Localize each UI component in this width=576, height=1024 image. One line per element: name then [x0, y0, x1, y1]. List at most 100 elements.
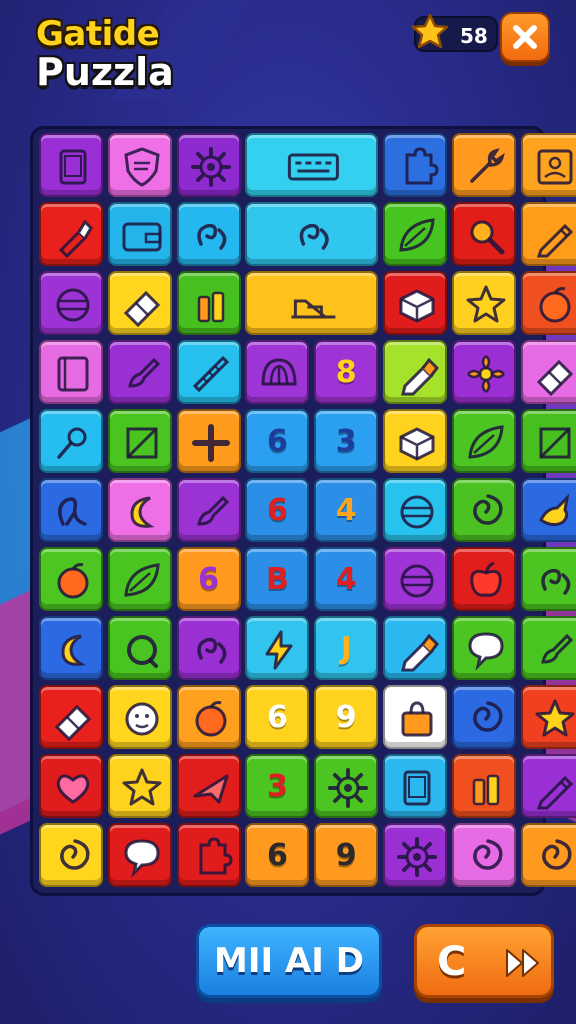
heart-icon [56, 774, 90, 804]
puzzle-tile[interactable] [245, 202, 379, 266]
puzzle-tile[interactable] [176, 133, 241, 197]
puzzle-tile[interactable] [383, 754, 447, 818]
puzzle-tile[interactable] [383, 823, 447, 887]
puzzle-tile[interactable] [176, 754, 241, 818]
ring-icon [126, 635, 158, 668]
puzzle-tile[interactable] [176, 202, 241, 266]
puzzle-tile[interactable] [383, 409, 447, 473]
puzzle-tile[interactable] [451, 340, 516, 404]
puzzle-tile[interactable] [107, 202, 172, 266]
puzzle-tile[interactable]: 4 [314, 478, 379, 542]
puzzle-tile[interactable] [39, 133, 103, 197]
close-button[interactable] [500, 12, 550, 62]
puzzle-tile[interactable]: 4 [314, 547, 379, 611]
puzzle-tile[interactable] [176, 616, 241, 680]
puzzle-tile[interactable] [383, 202, 447, 266]
puzzle-tile[interactable] [107, 478, 172, 542]
tile-character: 9 [335, 837, 357, 873]
puzzle-tile[interactable] [451, 685, 516, 749]
puzzle-tile[interactable]: 6 [245, 409, 310, 473]
main-action-button[interactable]: MII AI D [196, 924, 382, 998]
puzzle-tile[interactable] [176, 340, 241, 404]
puzzle-tile[interactable] [176, 409, 241, 473]
puzzle-tile[interactable] [39, 685, 103, 749]
puzzle-tile[interactable] [383, 340, 447, 404]
puzzle-tile[interactable] [107, 271, 172, 335]
puzzle-tile[interactable] [39, 409, 103, 473]
swirl-icon [300, 223, 330, 250]
puzzle-tile[interactable] [383, 478, 447, 542]
puzzle-tile[interactable] [39, 823, 103, 887]
puzzle-tile[interactable] [176, 271, 241, 335]
puzzle-tile[interactable] [451, 754, 516, 818]
puzzle-tile[interactable] [314, 754, 379, 818]
puzzle-tile[interactable] [383, 547, 447, 611]
puzzle-tile[interactable] [245, 616, 310, 680]
puzzle-tile[interactable] [520, 271, 576, 335]
puzzle-tile[interactable] [520, 823, 576, 887]
puzzle-tile[interactable] [107, 547, 172, 611]
bolt-icon [265, 630, 293, 670]
puzzle-tile[interactable]: 9 [314, 685, 379, 749]
puzzle-tile[interactable] [39, 202, 103, 266]
puzzle-tile[interactable] [107, 754, 172, 818]
marker-icon [401, 357, 439, 396]
puzzle-tile[interactable] [451, 478, 516, 542]
puzzle-tile[interactable] [176, 478, 241, 542]
puzzle-tile[interactable] [107, 685, 172, 749]
puzzle-tile[interactable] [520, 409, 576, 473]
puzzle-tile[interactable] [451, 547, 516, 611]
puzzle-tile[interactable] [107, 616, 172, 680]
puzzle-tile[interactable] [520, 202, 576, 266]
puzzle-tile[interactable] [451, 616, 516, 680]
puzzle-tile[interactable] [520, 547, 576, 611]
puzzle-tile[interactable]: 6 [245, 685, 310, 749]
puzzle-tile[interactable] [520, 616, 576, 680]
puzzle-tile[interactable] [39, 754, 103, 818]
puzzle-tile[interactable] [383, 133, 447, 197]
puzzle-tile[interactable] [451, 133, 516, 197]
puzzle-tile[interactable] [383, 685, 447, 749]
puzzle-tile[interactable] [451, 271, 516, 335]
puzzle-tile[interactable] [39, 478, 103, 542]
lipstick-icon [58, 219, 93, 259]
puzzle-tile[interactable] [39, 271, 103, 335]
puzzle-tile[interactable] [451, 202, 516, 266]
swirl-icon [540, 568, 570, 595]
puzzle-tile[interactable] [451, 823, 516, 887]
puzzle-tile[interactable] [107, 409, 172, 473]
puzzle-tile[interactable] [520, 340, 576, 404]
puzzle-tile[interactable] [245, 133, 379, 197]
puzzle-tile[interactable]: 9 [314, 823, 379, 887]
puzzle-tile[interactable]: 6 [176, 547, 241, 611]
puzzle-tile[interactable] [176, 685, 241, 749]
puzzle-tile[interactable] [39, 340, 103, 404]
tile-character: 8 [335, 354, 357, 390]
puzzle-tile[interactable] [520, 478, 576, 542]
puzzle-tile[interactable] [383, 271, 447, 335]
puzzle-tile[interactable]: 8 [314, 340, 379, 404]
gear-icon [397, 837, 437, 877]
puzzle-tile[interactable] [520, 685, 576, 749]
skip-button[interactable]: C [414, 924, 554, 998]
puzzle-tile[interactable] [245, 340, 310, 404]
puzzle-tile[interactable]: B [245, 547, 310, 611]
puzzle-tile[interactable] [451, 409, 516, 473]
puzzle-tile[interactable] [107, 133, 172, 197]
puzzle-tile[interactable] [39, 616, 103, 680]
puzzle-tile[interactable]: 6 [245, 823, 310, 887]
puzzle-tile[interactable] [107, 823, 172, 887]
puzzle-tile[interactable] [245, 271, 379, 335]
puzzle-tile[interactable]: 3 [314, 409, 379, 473]
puzzle-tile[interactable]: 3 [245, 754, 310, 818]
puzzle-tile[interactable] [383, 616, 447, 680]
puzzle-tile[interactable] [176, 823, 241, 887]
puzzle-tile[interactable]: 6 [245, 478, 310, 542]
main-action-label: MII AI D [214, 941, 364, 981]
puzzle-tile[interactable] [520, 754, 576, 818]
puzzle-tile[interactable] [39, 547, 103, 611]
puzzle-tile[interactable] [107, 340, 172, 404]
puzzle-tile[interactable] [520, 133, 576, 197]
tile-character: 6 [266, 837, 288, 873]
puzzle-tile[interactable]: J [314, 616, 379, 680]
